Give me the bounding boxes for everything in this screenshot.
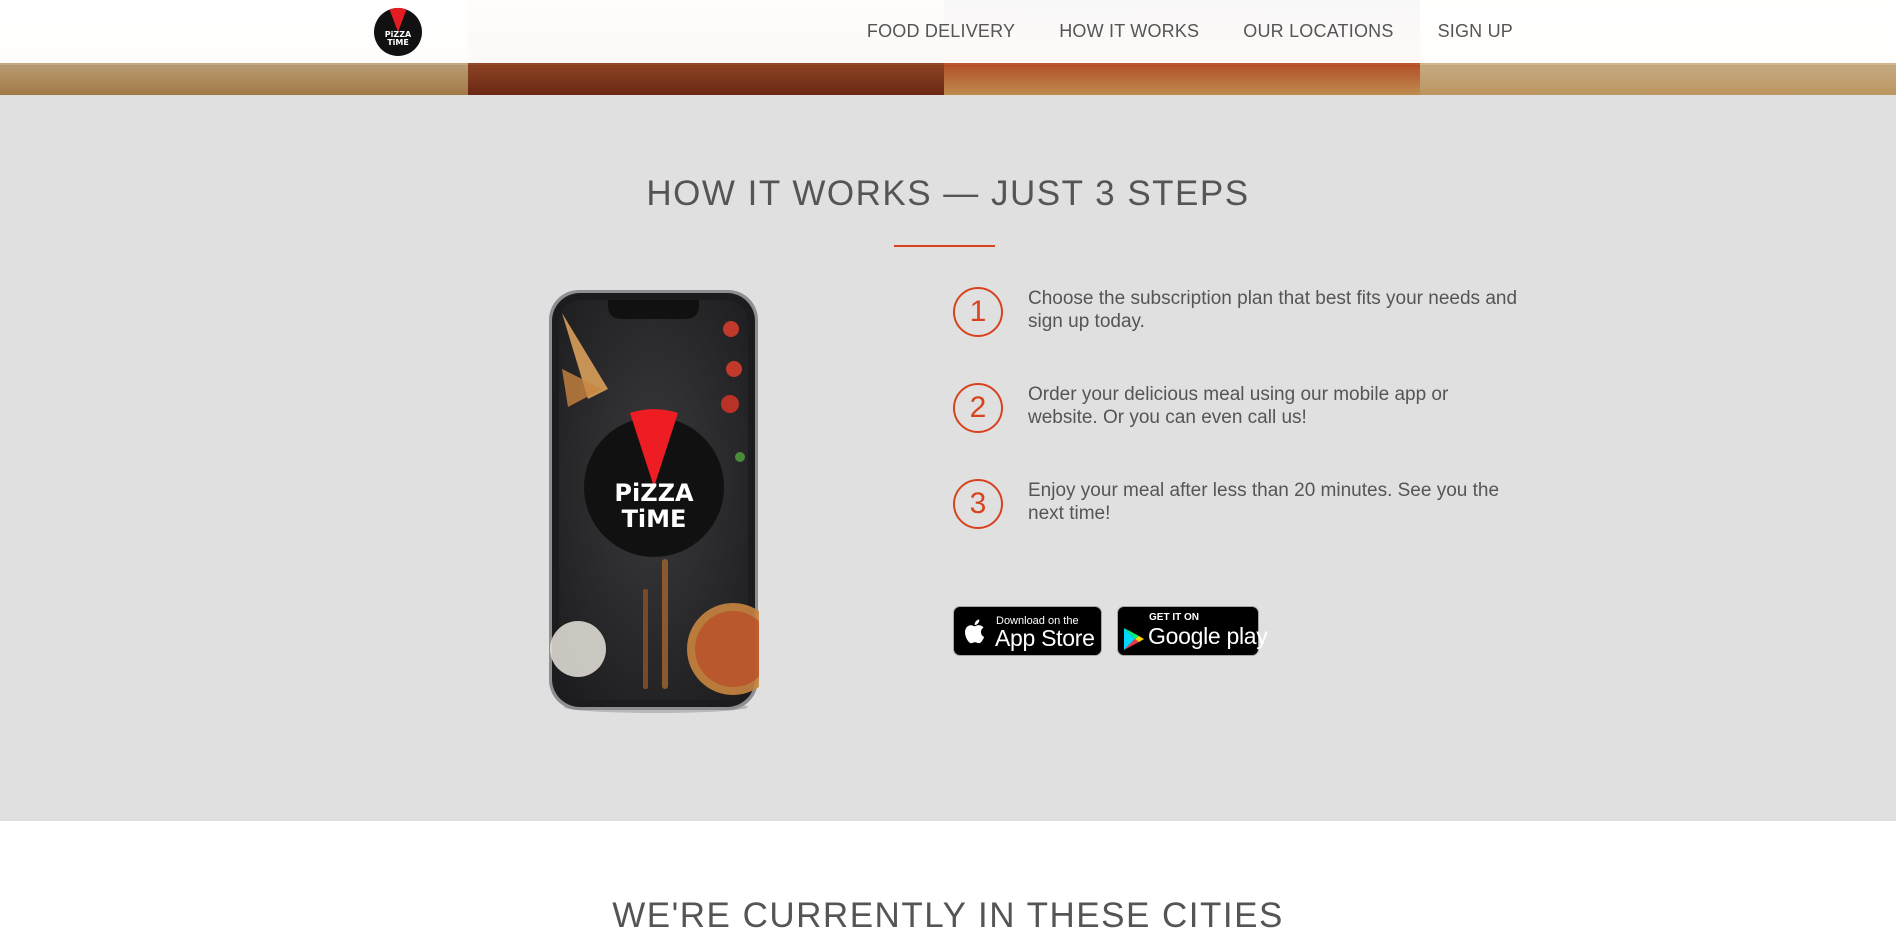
nav-link-how-it-works[interactable]: HOW IT WORKS bbox=[1059, 21, 1199, 42]
step-item: 3 Enjoy your meal after less than 20 min… bbox=[953, 479, 1513, 575]
app-store-button[interactable]: Download on the App Store bbox=[953, 606, 1102, 656]
step-number: 2 bbox=[953, 383, 1003, 433]
step-item: 2 Order your delicious meal using our mo… bbox=[953, 383, 1513, 479]
step-number: 3 bbox=[953, 479, 1003, 529]
google-play-icon bbox=[1124, 628, 1144, 650]
nav-link-food-delivery[interactable]: FOOD DELIVERY bbox=[867, 21, 1015, 42]
cities-section-title: WE'RE CURRENTLY IN THESE CITIES bbox=[612, 896, 1284, 928]
nav-link-sign-up[interactable]: SIGN UP bbox=[1438, 21, 1513, 42]
nav-links: FOOD DELIVERY HOW IT WORKS OUR LOCATIONS… bbox=[823, 0, 1513, 63]
title-divider bbox=[894, 245, 995, 247]
logo-text-line2: TiME bbox=[387, 38, 409, 47]
main-nav: PiZZA TiME FOOD DELIVERY HOW IT WORKS OU… bbox=[0, 0, 1896, 63]
step-text: Enjoy your meal after less than 20 minut… bbox=[1028, 480, 1500, 524]
nav-link-our-locations[interactable]: OUR LOCATIONS bbox=[1243, 21, 1393, 42]
how-it-works-section: HOW IT WORKS — JUST 3 STEPS PiZZA TiME 1… bbox=[0, 95, 1896, 821]
step-text: Choose the subscription plan that best f… bbox=[1028, 288, 1518, 332]
google-play-big-text: Google play bbox=[1148, 623, 1268, 649]
pizza-time-logo[interactable]: PiZZA TiME bbox=[373, 7, 423, 57]
google-play-button[interactable]: GET IT ON Google play bbox=[1117, 606, 1268, 656]
step-text: Order your delicious meal using our mobi… bbox=[1028, 384, 1449, 428]
app-store-badges: Download on the App Store GET IT ON Goog… bbox=[953, 606, 1268, 656]
screen-logo-line2: TiME bbox=[622, 505, 687, 533]
step-item: 1 Choose the subscription plan that best… bbox=[953, 287, 1517, 383]
step-number: 1 bbox=[953, 287, 1003, 337]
apple-icon bbox=[965, 619, 985, 644]
google-play-small-text: GET IT ON bbox=[1149, 612, 1199, 623]
steps-list: 1 Choose the subscription plan that best… bbox=[953, 287, 1517, 575]
screen-logo-line1: PiZZA bbox=[614, 479, 694, 507]
app-store-big-text: App Store bbox=[995, 625, 1095, 651]
phone-app-mockup: PiZZA TiME bbox=[549, 290, 759, 713]
section-title: HOW IT WORKS — JUST 3 STEPS bbox=[646, 174, 1250, 213]
